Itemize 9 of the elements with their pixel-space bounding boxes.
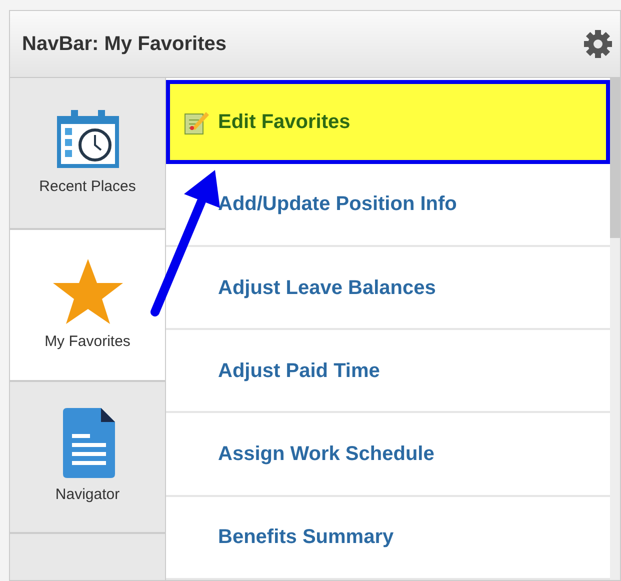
panel-title: NavBar: My Favorites [22, 32, 227, 58]
edit-note-icon [184, 109, 210, 136]
calendar-clock-icon [54, 108, 120, 170]
favorite-link[interactable]: Edit Favorites [166, 80, 610, 164]
scrollbar-thumb[interactable] [610, 78, 620, 238]
document-icon [60, 408, 114, 478]
sidebar-tab[interactable]: My Favorites [10, 230, 165, 382]
star-icon [52, 257, 124, 326]
settings-icon[interactable] [582, 28, 614, 60]
